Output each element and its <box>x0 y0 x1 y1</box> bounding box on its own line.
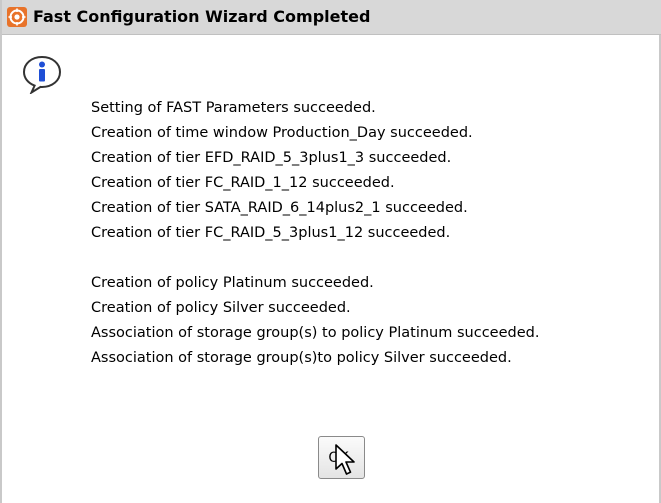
message-line: Creation of tier SATA_RAID_6_14plus2_1 s… <box>91 200 468 216</box>
message-line: Association of storage group(s)to policy… <box>91 350 512 366</box>
app-logo-icon <box>7 7 27 27</box>
message-line: Creation of time window Production_Day s… <box>91 125 473 141</box>
message-line: Creation of tier FC_RAID_1_12 succeeded. <box>91 175 395 191</box>
message-line: Creation of policy Platinum succeeded. <box>91 275 374 291</box>
wizard-completed-dialog: Fast Configuration Wizard Completed Sett… <box>0 0 661 503</box>
blank-line <box>91 246 539 271</box>
message-line: Creation of tier FC_RAID_5_3plus1_12 suc… <box>91 225 451 241</box>
message-line: Setting of FAST Parameters succeeded. <box>91 100 376 116</box>
message-line: Creation of tier EFD_RAID_5_3plus1_3 suc… <box>91 150 452 166</box>
ok-button[interactable]: OK <box>318 436 365 479</box>
window-title: Fast Configuration Wizard Completed <box>33 7 371 26</box>
message-line: Association of storage group(s) to polic… <box>91 325 540 341</box>
result-message-list: Setting of FAST Parameters succeeded. Cr… <box>91 96 539 371</box>
ok-button-label: OK <box>328 449 349 466</box>
title-bar[interactable]: Fast Configuration Wizard Completed <box>2 0 661 35</box>
message-line: Creation of policy Silver succeeded. <box>91 300 351 316</box>
info-icon <box>22 55 62 94</box>
